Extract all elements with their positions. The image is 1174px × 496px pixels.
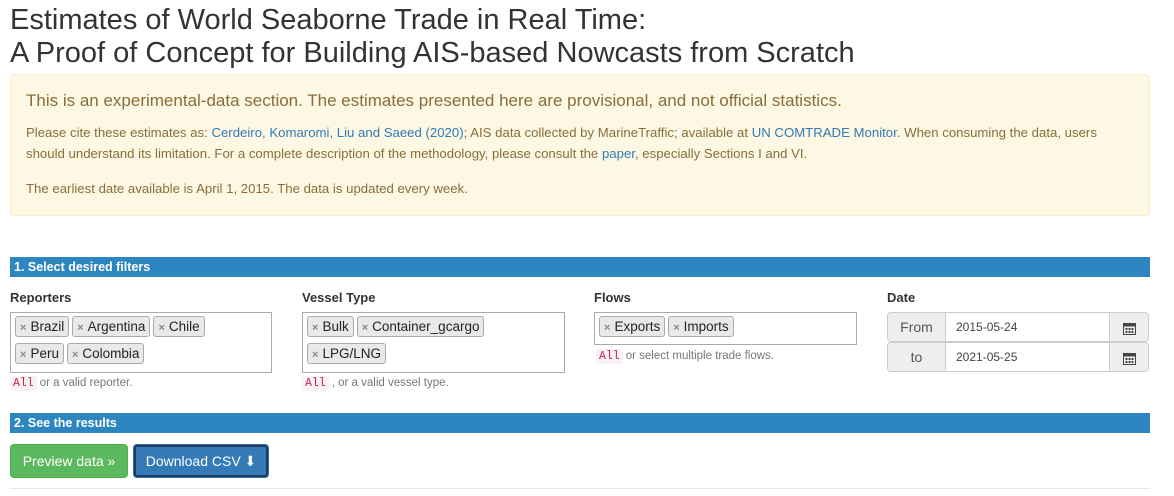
cite-end: , especially Sections I and VI. (634, 146, 808, 161)
date-to-group: to 2021-05-25 (887, 342, 1149, 372)
vessel-type-select[interactable]: × Bulk × Container_gcargo × LPG/LNG (302, 312, 565, 373)
reporter-tag[interactable]: × Chile (153, 316, 205, 337)
remove-tag-icon[interactable]: × (20, 349, 26, 361)
flow-tag[interactable]: × Imports (668, 316, 734, 337)
reporters-select[interactable]: × Brazil × Argentina × Chile × Peru × Colombia (10, 312, 272, 373)
paper-link[interactable]: paper (602, 146, 635, 161)
calendar-icon[interactable] (1109, 343, 1148, 371)
date-to-label: to (888, 343, 946, 371)
section-header-results: 2. See the results (10, 413, 1150, 433)
reporter-tag[interactable]: × Colombia (66, 343, 145, 364)
reporter-tag[interactable]: × Brazil (15, 316, 70, 337)
remove-tag-icon[interactable]: × (72, 349, 78, 361)
remove-tag-icon[interactable]: × (604, 322, 610, 334)
download-csv-button[interactable]: Download CSV ⬇ (133, 444, 269, 478)
remove-tag-icon[interactable]: × (673, 322, 679, 334)
notice-citation: Please cite these estimates as: Cerdeiro… (26, 122, 1135, 164)
date-to-input[interactable]: 2021-05-25 (946, 343, 1109, 371)
remove-tag-icon[interactable]: × (77, 322, 83, 334)
reporter-tag[interactable]: × Argentina (72, 316, 151, 337)
page-title-line2: A Proof of Concept for Building AIS-base… (10, 37, 855, 69)
experimental-notice: This is an experimental-data section. Th… (10, 74, 1150, 216)
flows-select[interactable]: × Exports × Imports (594, 312, 857, 345)
cite-middle: ; AIS data collected by MarineTraffic; a… (463, 125, 752, 140)
notice-earliest-date: The earliest date available is April 1, … (26, 181, 468, 196)
cite-prefix: Please cite these estimates as: (26, 125, 212, 140)
divider (10, 488, 1150, 489)
flows-label: Flows (594, 290, 631, 305)
notice-lead: This is an experimental-data section. Th… (26, 91, 842, 110)
remove-tag-icon[interactable]: × (312, 322, 318, 334)
vessel-type-label: Vessel Type (302, 290, 376, 305)
reporters-label: Reporters (10, 290, 72, 305)
remove-tag-icon[interactable]: × (312, 349, 318, 361)
vessel-type-tag[interactable]: × Container_gcargo (356, 316, 485, 337)
reporter-tag[interactable]: × Peru (15, 343, 64, 364)
flow-tag[interactable]: × Exports (599, 316, 666, 337)
date-from-label: From (888, 313, 946, 341)
calendar-icon[interactable] (1109, 313, 1148, 341)
date-label: Date (887, 290, 916, 305)
date-from-input[interactable]: 2015-05-24 (946, 313, 1109, 341)
vessel-type-tag[interactable]: × Bulk (307, 316, 354, 337)
hint-code: All (10, 376, 37, 391)
vessel-type-hint: All, or a valid vessel type. (302, 376, 449, 391)
preview-data-button[interactable]: Preview data » (10, 444, 128, 478)
remove-tag-icon[interactable]: × (20, 322, 26, 334)
comtrade-monitor-link[interactable]: UN COMTRADE Monitor (752, 125, 897, 140)
vessel-type-tag[interactable]: × LPG/LNG (307, 343, 386, 364)
remove-tag-icon[interactable]: × (158, 322, 164, 334)
page-title: Estimates of World Seaborne Trade in Rea… (10, 4, 855, 70)
date-from-group: From 2015-05-24 (887, 312, 1149, 342)
hint-code: All (302, 376, 329, 391)
reporters-hint: All or a valid reporter. (10, 376, 132, 391)
authors-link[interactable]: Cerdeiro, Komaromi, Liu and Saeed (2020) (211, 125, 463, 140)
section-header-filters: 1. Select desired filters (10, 257, 1150, 277)
hint-code: All (596, 349, 623, 364)
page-title-line1: Estimates of World Seaborne Trade in Rea… (10, 4, 647, 36)
remove-tag-icon[interactable]: × (362, 322, 368, 334)
flows-hint: All or select multiple trade flows. (596, 349, 774, 364)
